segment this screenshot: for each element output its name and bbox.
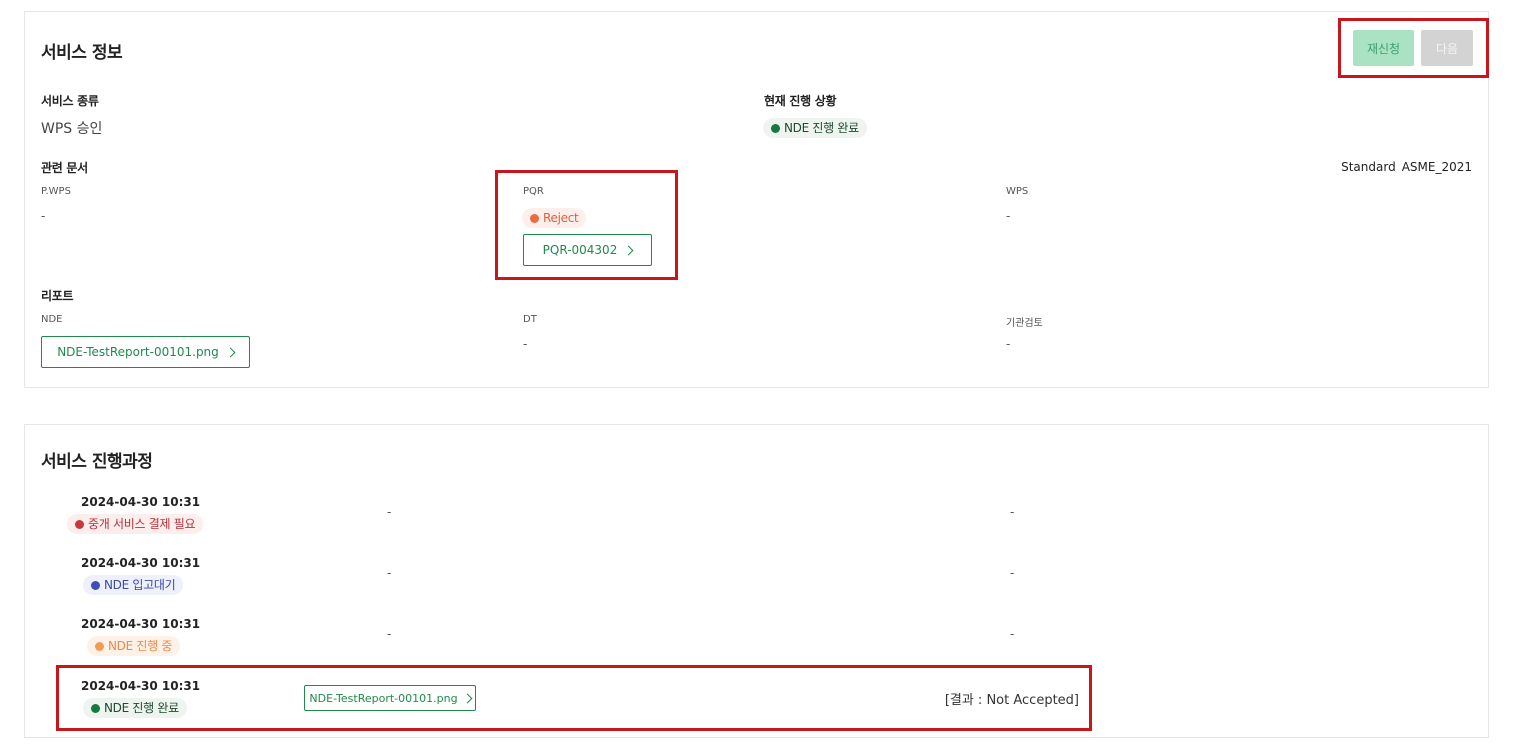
step-time: 2024-04-30 10:31 (81, 556, 201, 570)
step-col2: - (387, 566, 392, 580)
service-progress-card: 서비스 진행과정 2024-04-30 10:31 중개 서비스 결제 필요 -… (24, 424, 1489, 738)
review-value: - (1006, 337, 1011, 351)
chevron-right-icon (225, 347, 236, 357)
standard-info: Standard ASME_2021 (1341, 160, 1472, 174)
step-col3: - (1010, 505, 1015, 519)
step-status-badge: NDE 진행 중 (87, 636, 181, 656)
service-info-card: 서비스 정보 재신청 다음 서비스 종류 WPS 승인 현재 진행 상황 NDE… (24, 11, 1489, 388)
status-dot-icon (530, 214, 539, 223)
chevron-right-icon (462, 693, 473, 703)
step-status-badge: 중개 서비스 결제 필요 (67, 514, 204, 534)
step-col2: - (387, 627, 392, 641)
status-dot-icon (771, 124, 780, 133)
step-col3: - (1010, 566, 1015, 580)
documents-label: 관련 문서 (41, 161, 88, 175)
pwps-label: P.WPS (41, 186, 71, 197)
step-result: [결과 : Not Accepted] (944, 693, 1079, 708)
step-time: 2024-04-30 10:31 (81, 617, 201, 631)
step-col3: - (1010, 627, 1015, 641)
next-button[interactable]: 다음 (1421, 30, 1473, 66)
dt-value: - (523, 337, 528, 351)
step-file-link-button[interactable]: NDE-TestReport-00101.png (304, 685, 476, 711)
current-status-label: 현재 진행 상황 (764, 94, 837, 108)
service-type-label: 서비스 종류 (41, 94, 99, 108)
status-dot-icon (91, 704, 100, 713)
status-dot-icon (95, 642, 104, 651)
current-status-badge: NDE 진행 완료 (763, 118, 867, 138)
reapply-button[interactable]: 재신청 (1353, 30, 1414, 66)
pqr-label: PQR (523, 186, 544, 197)
wps-value: - (1006, 209, 1011, 223)
step-status-badge: NDE 진행 완료 (83, 698, 187, 718)
service-type-value: WPS 승인 (41, 121, 103, 137)
pqr-link-button[interactable]: PQR-004302 (523, 234, 652, 266)
nde-label: NDE (41, 314, 63, 325)
status-dot-icon (91, 581, 100, 590)
step-time: 2024-04-30 10:31 (81, 495, 201, 509)
step-status-badge: NDE 입고대기 (83, 575, 184, 595)
reports-label: 리포트 (41, 289, 74, 303)
review-label: 기관검토 (1006, 318, 1043, 329)
step-col2: - (387, 505, 392, 519)
pwps-value: - (41, 209, 46, 223)
wps-label: WPS (1006, 186, 1029, 197)
step-time: 2024-04-30 10:31 (81, 679, 201, 693)
pqr-status-badge: Reject (522, 208, 587, 228)
progress-title: 서비스 진행과정 (41, 452, 153, 472)
status-dot-icon (75, 520, 84, 529)
nde-report-link-button[interactable]: NDE-TestReport-00101.png (41, 336, 250, 368)
chevron-right-icon (623, 245, 634, 255)
dt-label: DT (523, 314, 537, 325)
service-info-title: 서비스 정보 (41, 43, 123, 63)
